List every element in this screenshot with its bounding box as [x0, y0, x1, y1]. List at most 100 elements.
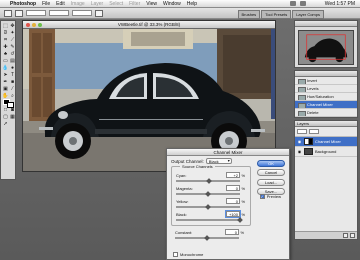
menu-edit[interactable]: Edit [53, 1, 68, 7]
menu-bar: Photoshop File Edit Image Layer Select F… [0, 0, 360, 8]
brush-preset-icon[interactable] [15, 9, 23, 17]
imageready-icon[interactable]: ➚ [2, 120, 9, 127]
history-item[interactable]: Delete [295, 109, 357, 117]
menu-filter[interactable]: Filter [126, 1, 143, 7]
tab-brushes[interactable]: Brushes [237, 10, 261, 19]
slider-thumb[interactable] [237, 217, 243, 223]
ok-button[interactable]: OK [257, 160, 285, 167]
palette-well: Brushes Tool Presets Layer Comps [237, 10, 324, 19]
color-swatches[interactable] [2, 99, 16, 108]
channel-row-cyan: Cyan: +2 % [176, 172, 250, 185]
layer-thumbnail [304, 148, 313, 155]
channel-row-magenta: Magenta: 0 % [176, 185, 250, 198]
move-icon[interactable]: ✥ [9, 22, 16, 29]
preview-label: Preview [266, 194, 281, 199]
zoom-window-icon[interactable] [38, 23, 42, 27]
tab-tool-presets[interactable]: Tool Presets [261, 10, 292, 19]
menu-layer[interactable]: Layer [88, 1, 107, 7]
blur-icon[interactable]: 💧 [2, 64, 9, 71]
percent-label: % [241, 212, 245, 217]
screen-mode-icon[interactable]: ▢ [2, 113, 9, 120]
navigator-preview[interactable] [298, 30, 354, 65]
tab-layer-comps[interactable]: Layer Comps [292, 10, 324, 19]
eraser-icon[interactable]: ▭ [2, 57, 9, 64]
dodge-icon[interactable]: ● [9, 64, 16, 71]
constant-input[interactable]: 0 [225, 229, 239, 235]
eye-icon[interactable]: ◉ [297, 139, 302, 144]
mode-field[interactable] [26, 10, 46, 16]
menu-image[interactable]: Image [68, 1, 88, 7]
eye-icon[interactable]: ◉ [297, 149, 302, 154]
background-color-swatch[interactable] [7, 102, 14, 108]
magenta-input[interactable]: 0 [226, 185, 240, 191]
eyedropper-icon[interactable]: ⁄ [9, 85, 16, 92]
stamp-icon[interactable]: ♣ [2, 50, 9, 57]
volume-icon[interactable] [300, 1, 306, 6]
menu-select[interactable]: Select [106, 1, 126, 7]
navigator-header[interactable] [295, 21, 357, 27]
slice-icon[interactable]: ⟋ [9, 36, 16, 43]
path-select-icon[interactable]: ➤ [2, 71, 9, 78]
cancel-button[interactable]: Cancel [257, 169, 285, 176]
notes-icon[interactable]: ▣ [2, 85, 9, 92]
black-slider-track[interactable] [176, 219, 240, 221]
preview-checkbox[interactable]: ✓ [259, 194, 265, 199]
menu-view[interactable]: View [143, 1, 160, 7]
black-input[interactable]: +100 [225, 210, 241, 218]
shape-icon[interactable]: ■ [9, 78, 16, 85]
opacity-field[interactable] [49, 10, 69, 16]
flow-field[interactable] [72, 10, 92, 16]
crop-icon[interactable]: ⌗ [2, 36, 9, 43]
close-icon[interactable] [26, 23, 30, 27]
layer-row-background[interactable]: ◉ Background [295, 147, 357, 157]
layer-name: Channel Mixer [315, 139, 341, 144]
minimize-icon[interactable] [32, 23, 36, 27]
blend-mode-select[interactable] [297, 129, 307, 134]
history-item[interactable]: Hue/Saturation [295, 93, 357, 101]
history-panel: Invert Levels Hue/Saturation Channel Mix… [294, 70, 358, 118]
menu-file[interactable]: File [39, 1, 53, 7]
constant-row: Constant: 0 % [175, 229, 249, 242]
document-title: VWBeetle.tif @ 33.3% (RGB/8) [117, 22, 181, 27]
layer-name: Background [315, 149, 337, 154]
layer-row-channel-mixer[interactable]: ◉ Channel Mixer [295, 137, 357, 147]
type-icon[interactable]: T [9, 71, 16, 78]
percent-label: % [241, 186, 245, 191]
toolbox: ⬚ ✥ ᘐ ✦ ⌗ ⟋ ✚ ✎ ♣ ↺ ▭ ▤ 💧 ● ➤ T ✒ ■ ▣ ⁄ … [0, 20, 16, 180]
cyan-input[interactable]: +2 [226, 172, 240, 178]
history-item[interactable]: Levels [295, 85, 357, 93]
history-item[interactable]: Invert [295, 77, 357, 85]
airbrush-icon[interactable] [95, 9, 103, 17]
bluetooth-icon[interactable] [290, 1, 296, 6]
magic-wand-icon[interactable]: ✦ [9, 29, 16, 36]
constant-label: Constant: [175, 230, 193, 235]
fullscreen-mode-icon[interactable]: ▦ [9, 113, 16, 120]
lasso-icon[interactable]: ᘐ [2, 29, 9, 36]
channel-label: Magenta: [176, 186, 193, 191]
menu-app-name[interactable]: Photoshop [7, 1, 39, 7]
document-title-bar[interactable]: VWBeetle.tif @ 33.3% (RGB/8) [23, 21, 275, 29]
menu-help[interactable]: Help [184, 1, 200, 7]
layers-panel: Layers ◉ Channel Mixer ◉ Background [294, 120, 358, 240]
tool-preset-icon[interactable] [4, 9, 12, 17]
brush-icon[interactable]: ✎ [9, 43, 16, 50]
load-button[interactable]: Load... [257, 179, 285, 186]
zoom-icon[interactable]: ⌕ [9, 92, 16, 99]
gradient-icon[interactable]: ▤ [9, 57, 16, 64]
history-brush-icon[interactable]: ↺ [9, 50, 16, 57]
menu-clock[interactable]: Wed 1:57 PM [322, 1, 358, 7]
pen-icon[interactable]: ✒ [2, 78, 9, 85]
new-layer-icon[interactable] [343, 233, 348, 238]
healing-icon[interactable]: ✚ [2, 43, 9, 50]
percent-label: % [241, 173, 245, 178]
yellow-input[interactable]: 0 [226, 198, 240, 204]
marquee-icon[interactable]: ⬚ [2, 22, 9, 29]
hand-icon[interactable]: ✋ [2, 92, 9, 99]
navigator-thumbnail [299, 31, 353, 64]
monochrome-checkbox[interactable] [173, 252, 178, 257]
trash-icon[interactable] [350, 233, 355, 238]
menu-window[interactable]: Window [160, 1, 184, 7]
dialog-title[interactable]: Channel Mixer [167, 149, 289, 156]
opacity-select[interactable] [309, 129, 319, 134]
history-item-selected[interactable]: Channel Mixer [295, 101, 357, 109]
